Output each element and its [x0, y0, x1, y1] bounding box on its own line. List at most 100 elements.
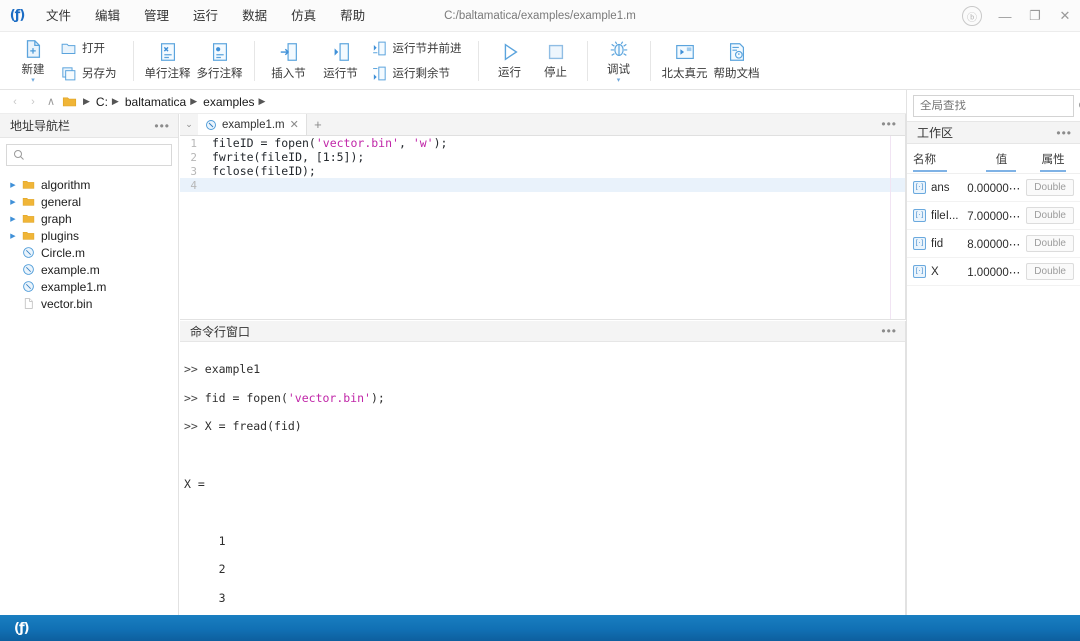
tree-item-plugins[interactable]: ▶ plugins: [0, 227, 178, 244]
command-window-output[interactable]: >> example1 >> fid = fopen('vector.bin')…: [180, 342, 905, 641]
line-number: 3: [180, 165, 204, 178]
sidebar-search-input[interactable]: [29, 149, 183, 161]
code-editor-panel: ⌄ example1.m ✕ + ••• 1 fileID = fopen('v…: [180, 114, 906, 320]
tree-item-example1-m[interactable]: example1.m: [0, 278, 178, 295]
tab-list-chevron-down-icon[interactable]: ⌄: [180, 114, 198, 135]
menu-file[interactable]: 文件: [34, 0, 83, 32]
app-logo-icon: (ƒ): [0, 0, 34, 32]
title-bar: (ƒ) 文件 编辑 管理 运行 数据 仿真 帮助 C:/baltamatica/…: [0, 0, 1080, 32]
command-text: 3: [184, 591, 226, 605]
editor-more-menu-icon[interactable]: •••: [881, 119, 897, 129]
breadcrumb-chevron-icon: ▶: [188, 96, 201, 107]
workspace-row-x[interactable]: [·] X 1.00000⋯ Double: [907, 258, 1080, 286]
variable-name: fileI...: [931, 210, 967, 222]
tree-item-algorithm[interactable]: ▶ algorithm: [0, 176, 178, 193]
folder-icon: [22, 195, 35, 208]
column-header-value[interactable]: 值: [971, 151, 1033, 172]
open-button[interactable]: 打开: [56, 36, 125, 61]
expand-arrow-icon[interactable]: ▶: [8, 181, 18, 189]
sidebar-search-box[interactable]: 搜索: [6, 144, 172, 166]
menu-help[interactable]: 帮助: [328, 0, 377, 32]
menu-edit[interactable]: 编辑: [83, 0, 132, 32]
command-window-panel: 命令行窗口 ••• >> example1 >> fid = fopen('ve…: [180, 321, 906, 615]
expand-arrow-icon[interactable]: ▶: [8, 215, 18, 223]
code-line-2: 2 fwrite(fileID, [1:5]);: [180, 150, 905, 164]
save-as-button[interactable]: 另存为: [56, 61, 125, 86]
maximize-button[interactable]: ❐: [1020, 0, 1050, 32]
new-tab-button[interactable]: +: [307, 114, 329, 135]
stop-square-icon: [545, 41, 567, 63]
nav-back-icon[interactable]: ‹: [6, 91, 24, 113]
expand-arrow-icon[interactable]: ▶: [8, 232, 18, 240]
tree-item-circle-m[interactable]: Circle.m: [0, 244, 178, 261]
workspace-row-ans[interactable]: [·] ans 0.00000⋯ Double: [907, 174, 1080, 202]
m-file-icon: [22, 246, 35, 259]
menu-run[interactable]: 运行: [181, 0, 230, 32]
variable-value: 1.00000⋯: [967, 265, 1026, 279]
nav-forward-icon[interactable]: ›: [24, 91, 42, 113]
minimize-button[interactable]: —: [990, 0, 1020, 32]
global-search-box[interactable]: [913, 95, 1074, 117]
debug-dropdown-caret-icon[interactable]: ▾: [617, 78, 621, 84]
tree-item-vector-bin[interactable]: vector.bin: [0, 295, 178, 312]
breadcrumb-segment-examples[interactable]: examples: [201, 95, 256, 109]
workspace-panel: 工作区 ••• 名称 值 属性 [·] ans 0.00000⋯ Double: [906, 90, 1080, 615]
command-text: );: [371, 391, 385, 405]
insert-section-icon: [278, 41, 300, 63]
single-line-comment-button[interactable]: 单行注释: [142, 34, 194, 88]
breadcrumb-segment-drive[interactable]: C:: [94, 95, 110, 109]
new-dropdown-caret-icon[interactable]: ▾: [31, 78, 35, 84]
sidebar-more-menu-icon[interactable]: •••: [154, 121, 170, 131]
command-window-more-menu-icon[interactable]: •••: [881, 326, 897, 336]
single-line-comment-label: 单行注释: [145, 65, 191, 81]
workspace-row-fid[interactable]: [·] fid 8.00000⋯ Double: [907, 230, 1080, 258]
breadcrumb-segment-baltamatica[interactable]: baltamatica: [123, 95, 188, 109]
tree-item-example-m[interactable]: example.m: [0, 261, 178, 278]
command-text: 1: [184, 534, 226, 548]
tree-item-graph[interactable]: ▶ graph: [0, 210, 178, 227]
expand-arrow-icon[interactable]: ▶: [8, 198, 18, 206]
workspace-row-fileid[interactable]: [·] fileI... 7.00000⋯ Double: [907, 202, 1080, 230]
run-section-button[interactable]: 运行节: [315, 34, 367, 88]
code-area[interactable]: 1 fileID = fopen('vector.bin', 'w'); 2 f…: [180, 136, 905, 319]
tab-example1-m[interactable]: example1.m ✕: [198, 114, 307, 135]
variable-icon: [·]: [913, 237, 926, 250]
workspace-more-menu-icon[interactable]: •••: [1056, 128, 1072, 138]
new-button[interactable]: 新建 ▾: [10, 34, 56, 88]
folder-icon: [22, 229, 35, 242]
insert-section-button[interactable]: 插入节: [263, 34, 315, 88]
code-text: fclose(fileID);: [204, 164, 316, 178]
code-string-literal: 'w': [413, 136, 434, 150]
command-line: [184, 505, 905, 519]
taskbar-app-icon[interactable]: (ƒ): [14, 621, 29, 636]
menu-manage[interactable]: 管理: [132, 0, 181, 32]
command-window-title: 命令行窗口: [190, 323, 250, 340]
application-window: (ƒ) 文件 编辑 管理 运行 数据 仿真 帮助 C:/baltamatica/…: [0, 0, 1080, 641]
tree-item-general[interactable]: ▶ general: [0, 193, 178, 210]
tab-close-icon[interactable]: ✕: [290, 118, 299, 131]
help-doc-button[interactable]: 帮助文档: [711, 34, 763, 88]
variable-icon: [·]: [913, 265, 926, 278]
brand-circle-icon: ⓑ: [962, 6, 982, 26]
menu-data[interactable]: 数据: [230, 0, 279, 32]
command-line: >> fid = fopen('vector.bin');: [184, 391, 905, 405]
global-search-input[interactable]: [920, 100, 1074, 112]
command-text: fid = fopen(: [205, 391, 288, 405]
multi-line-comment-button[interactable]: 多行注释: [194, 34, 246, 88]
generic-file-icon: [22, 297, 35, 310]
beitai-zhenyuan-button[interactable]: 北太真元: [659, 34, 711, 88]
menu-simulation[interactable]: 仿真: [279, 0, 328, 32]
column-header-name[interactable]: 名称: [913, 151, 971, 172]
ribbon-divider-2: [254, 41, 255, 81]
beitai-window-icon: [674, 41, 696, 63]
line-number: 4: [180, 179, 204, 192]
debug-button[interactable]: 调试 ▾: [596, 34, 642, 88]
run-section-advance-button[interactable]: 运行节并前进: [367, 36, 470, 61]
close-button[interactable]: ✕: [1050, 0, 1080, 32]
code-text: fwrite(fileID, [1:5]);: [204, 150, 364, 164]
nav-up-icon[interactable]: ∧: [42, 91, 60, 113]
stop-button[interactable]: 停止: [533, 34, 579, 88]
column-header-attribute[interactable]: 属性: [1032, 151, 1074, 172]
run-button[interactable]: 运行: [487, 34, 533, 88]
run-remaining-sections-button[interactable]: 运行剩余节: [367, 61, 470, 86]
